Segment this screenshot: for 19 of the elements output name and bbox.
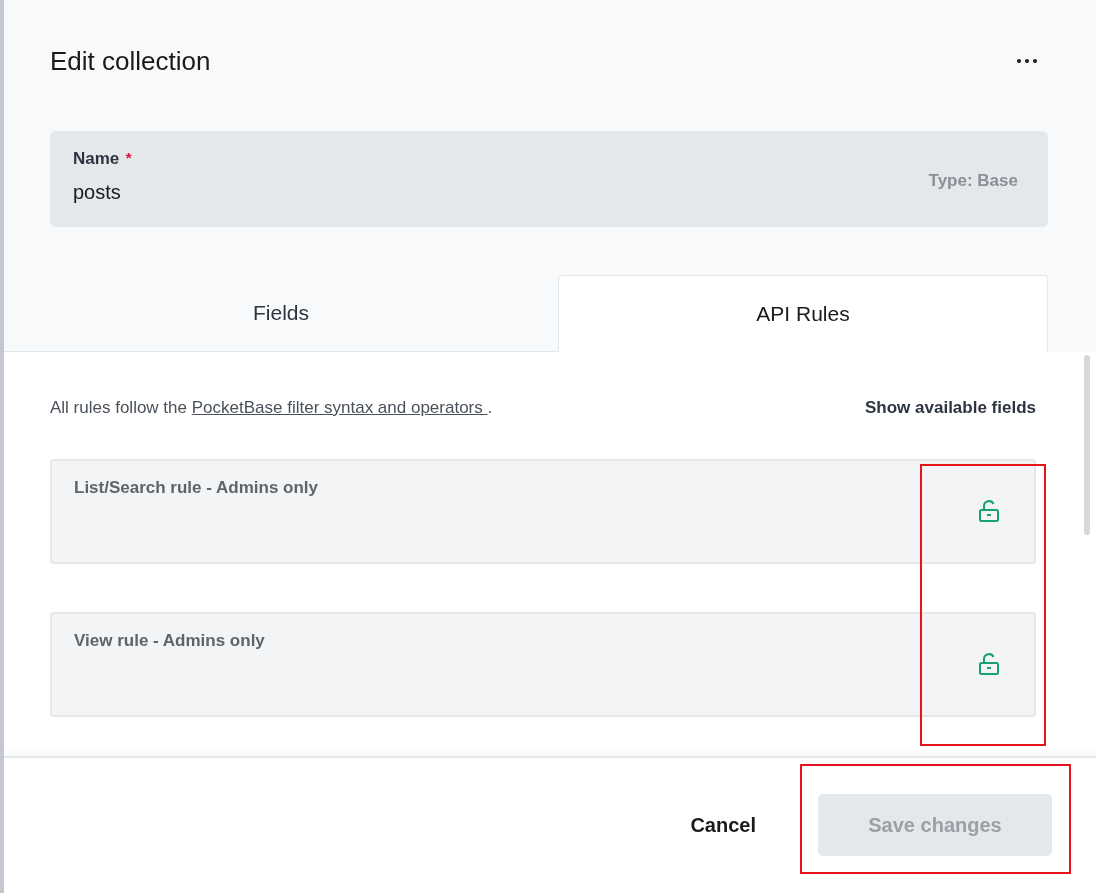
rule-label: View rule - Admins only: [74, 631, 265, 651]
required-mark: *: [125, 149, 132, 166]
rule-label: List/Search rule - Admins only: [74, 478, 319, 498]
open-padlock-icon[interactable]: [978, 653, 1000, 675]
tab[interactable]: API Rules: [558, 275, 1048, 352]
rule-field[interactable]: List/Search rule - Admins only: [50, 459, 1036, 564]
more-options-icon[interactable]: [1016, 58, 1038, 64]
field-value: posts: [73, 181, 122, 204]
window-title: Edit collection: [50, 45, 211, 77]
field-label: Name: [73, 149, 120, 168]
rule-field[interactable]: View rule - Admins only: [50, 612, 1036, 717]
scrollbar-thumb[interactable]: [1084, 355, 1090, 535]
collection-type: Type: Base: [928, 171, 1018, 192]
cancel-button[interactable]: Cancel: [690, 813, 756, 837]
rules-description: All rules follow the PocketBase filter syntax and operators .: [50, 398, 493, 418]
open-padlock-icon[interactable]: [978, 500, 1000, 522]
filter-syntax-link[interactable]: PocketBase filter syntax and operators: [191, 398, 488, 417]
name-field[interactable]: Name * posts Type: Base: [50, 131, 1048, 227]
show-fields-button[interactable]: Show available fields: [865, 398, 1036, 418]
